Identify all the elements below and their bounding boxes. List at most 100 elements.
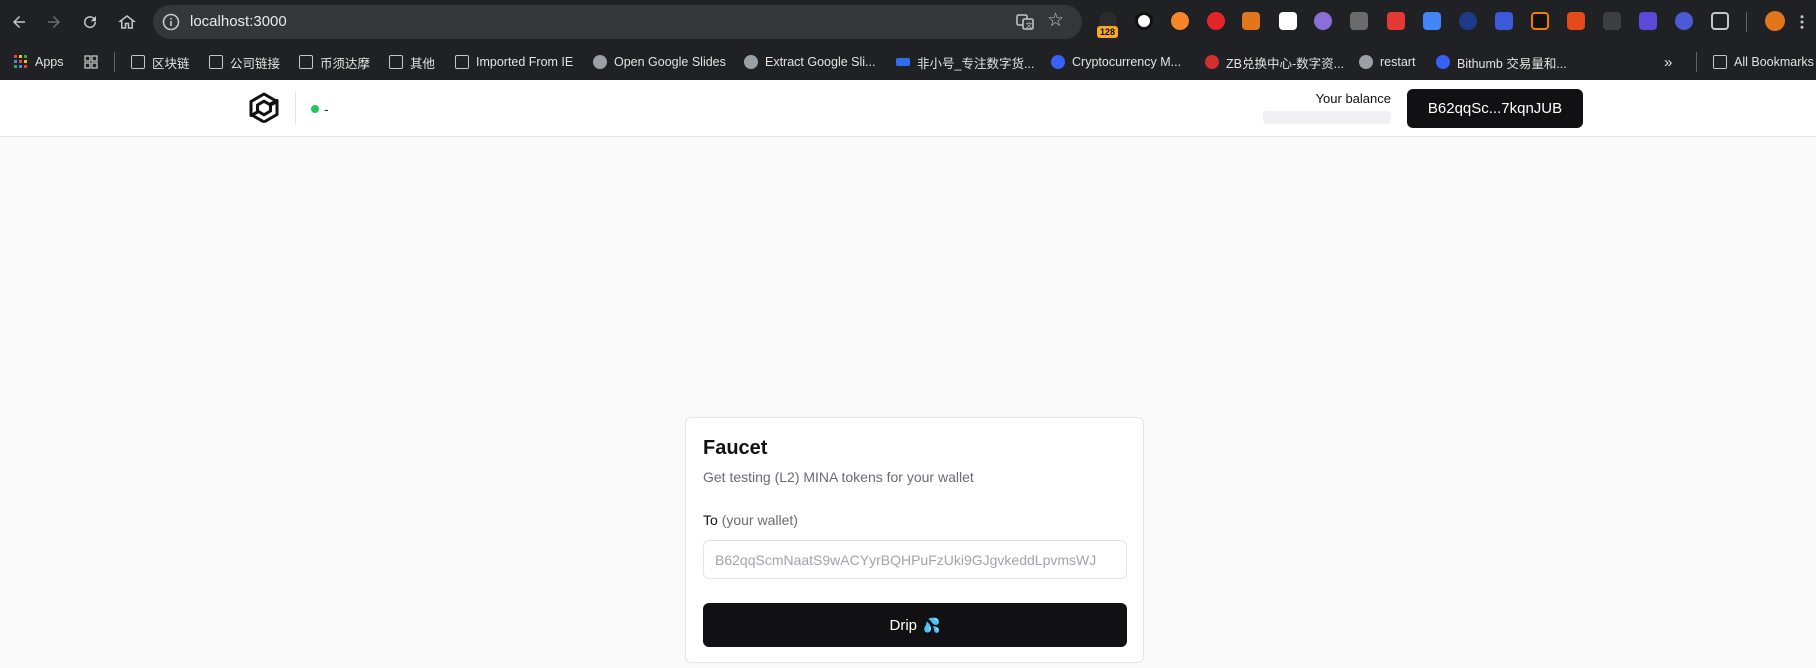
bookmark-open-google-slides[interactable]: Open Google Slides bbox=[593, 52, 726, 72]
browser-chrome: localhost:3000 文 ☆ 128 Apps 区块链 公司链接 币须达… bbox=[0, 0, 1816, 80]
url-text[interactable]: localhost:3000 bbox=[190, 13, 287, 30]
bookmark-extract-google-slides[interactable]: Extract Google Sli... bbox=[744, 52, 875, 72]
extension-house-icon[interactable] bbox=[1495, 12, 1513, 30]
status-dot-icon bbox=[311, 105, 319, 113]
extension-ring-icon[interactable] bbox=[1135, 12, 1153, 30]
balance-label: Your balance bbox=[1315, 91, 1391, 106]
bookmark-cryptocurrency[interactable]: Cryptocurrency M... bbox=[1051, 52, 1181, 72]
toolbar-separator bbox=[1746, 12, 1747, 32]
header-divider bbox=[295, 92, 296, 124]
bookmark-label: 非小号_专注数字货... bbox=[917, 56, 1035, 71]
status-text: - bbox=[324, 101, 329, 117]
extension-p-icon[interactable] bbox=[1171, 12, 1189, 30]
back-icon[interactable] bbox=[7, 10, 31, 34]
home-icon[interactable] bbox=[115, 10, 139, 34]
menu-icon[interactable] bbox=[1790, 10, 1814, 34]
extension-doc-icon[interactable] bbox=[1603, 12, 1621, 30]
all-bookmarks-label: All Bookmarks bbox=[1734, 55, 1814, 69]
feixiaohao-icon bbox=[896, 58, 910, 66]
coinmarketcap-icon bbox=[1051, 55, 1065, 69]
bookmark-label: Open Google Slides bbox=[614, 55, 726, 69]
globe-icon bbox=[744, 55, 758, 69]
app-header: - Your balance B62qqSc...7kqnJUB bbox=[0, 80, 1816, 137]
bookmark-label: Extract Google Sli... bbox=[765, 55, 876, 69]
zb-icon bbox=[1205, 55, 1219, 69]
extension-red-icon[interactable] bbox=[1387, 12, 1405, 30]
bookmark-grid[interactable] bbox=[84, 52, 105, 72]
droplets-icon: 💦 bbox=[923, 616, 941, 633]
folder-icon bbox=[131, 55, 145, 69]
browser-toolbar: localhost:3000 文 ☆ 128 bbox=[0, 0, 1816, 44]
reload-icon[interactable] bbox=[78, 10, 102, 34]
protokit-logo-icon[interactable] bbox=[247, 91, 281, 125]
extension-ghost-icon[interactable] bbox=[1314, 12, 1332, 30]
bookmark-separator bbox=[1696, 52, 1697, 72]
bookmark-feixiaohao[interactable]: 非小号_专注数字货... bbox=[896, 52, 1034, 72]
metamask-icon[interactable] bbox=[1242, 12, 1260, 30]
bookmark-restart[interactable]: restart bbox=[1359, 52, 1415, 72]
bookmark-star-icon[interactable]: ☆ bbox=[1047, 11, 1067, 31]
bookmark-folder-blockchain[interactable]: 区块链 bbox=[131, 52, 190, 72]
google-translate-ext-icon[interactable] bbox=[1423, 12, 1441, 30]
adblock-icon[interactable] bbox=[1207, 12, 1225, 30]
extension-grid-icon[interactable] bbox=[1350, 12, 1368, 30]
bithumb-icon bbox=[1436, 55, 1450, 69]
globe-icon bbox=[593, 55, 607, 69]
bookmark-bithumb[interactable]: Bithumb 交易量和... bbox=[1436, 52, 1567, 72]
bookmark-folder-bixu[interactable]: 币须达摩 bbox=[299, 52, 370, 72]
extension-a-icon[interactable] bbox=[1639, 12, 1657, 30]
extension-discord-icon[interactable] bbox=[1675, 12, 1693, 30]
bookmark-label: Imported From IE bbox=[476, 55, 574, 69]
extension-sun-icon[interactable] bbox=[1531, 12, 1549, 30]
apps-icon bbox=[14, 55, 28, 69]
globe-icon bbox=[1359, 55, 1373, 69]
bookmark-folder-other[interactable]: 其他 bbox=[389, 52, 435, 72]
faucet-description: Get testing (L2) MINA tokens for your wa… bbox=[703, 469, 974, 485]
extensions-puzzle-icon[interactable] bbox=[1711, 12, 1729, 30]
site-info-icon[interactable] bbox=[161, 12, 181, 32]
bookmark-label: Apps bbox=[35, 55, 64, 69]
wallet-button[interactable]: B62qqSc...7kqnJUB bbox=[1407, 89, 1583, 128]
bookmark-label: 区块链 bbox=[152, 56, 190, 71]
bookmark-folder-imported[interactable]: Imported From IE bbox=[455, 52, 573, 72]
to-hint: (your wallet) bbox=[721, 512, 798, 528]
profile-avatar-icon[interactable] bbox=[1765, 11, 1785, 31]
to-label: To bbox=[703, 512, 718, 528]
x-extension-icon[interactable] bbox=[1279, 12, 1297, 30]
bookmark-label: ZB兑换中心-数字资... bbox=[1226, 56, 1345, 71]
bookmark-apps[interactable]: Apps bbox=[14, 52, 64, 72]
chevron-right-icon: » bbox=[1664, 53, 1673, 71]
bookmark-label: Bithumb 交易量和... bbox=[1457, 56, 1567, 71]
chain-status: - bbox=[311, 101, 329, 117]
faucet-card: Faucet Get testing (L2) MINA tokens for … bbox=[685, 417, 1144, 663]
bookmark-zb[interactable]: ZB兑换中心-数字资... bbox=[1205, 52, 1344, 72]
bookmarks-bar: Apps 区块链 公司链接 币须达摩 其他 Imported From IE O… bbox=[0, 44, 1816, 80]
bookmark-label: 币须达摩 bbox=[320, 56, 371, 71]
bookmarks-overflow-button[interactable]: » bbox=[1664, 52, 1672, 72]
folder-icon bbox=[299, 55, 313, 69]
bookmark-folder-company[interactable]: 公司链接 bbox=[209, 52, 280, 72]
folder-icon bbox=[209, 55, 223, 69]
bookmark-label: 其他 bbox=[410, 56, 436, 71]
extension-badge: 128 bbox=[1097, 26, 1119, 38]
forward-icon[interactable] bbox=[42, 10, 66, 34]
to-field-label: To (your wallet) bbox=[703, 512, 798, 528]
bookmark-label: restart bbox=[1380, 55, 1416, 69]
bookmark-label: Cryptocurrency M... bbox=[1072, 55, 1182, 69]
address-bar[interactable]: localhost:3000 文 ☆ bbox=[153, 5, 1082, 39]
folder-icon bbox=[389, 55, 403, 69]
grid-icon bbox=[84, 55, 98, 69]
extension-blue-icon[interactable] bbox=[1459, 12, 1477, 30]
bookmark-label: 公司链接 bbox=[230, 56, 281, 71]
wallet-address-input[interactable] bbox=[703, 540, 1127, 579]
bookmark-separator bbox=[114, 52, 115, 72]
folder-icon bbox=[1713, 55, 1727, 69]
faucet-title: Faucet bbox=[703, 437, 768, 459]
drip-button[interactable]: Drip 💦 bbox=[703, 603, 1127, 647]
all-bookmarks-button[interactable]: All Bookmarks bbox=[1713, 52, 1814, 72]
balance-skeleton bbox=[1263, 111, 1391, 124]
extension-c-icon[interactable] bbox=[1567, 12, 1585, 30]
translate-icon[interactable]: 文 bbox=[1015, 12, 1035, 32]
svg-text:文: 文 bbox=[1026, 21, 1033, 30]
folder-icon bbox=[455, 55, 469, 69]
